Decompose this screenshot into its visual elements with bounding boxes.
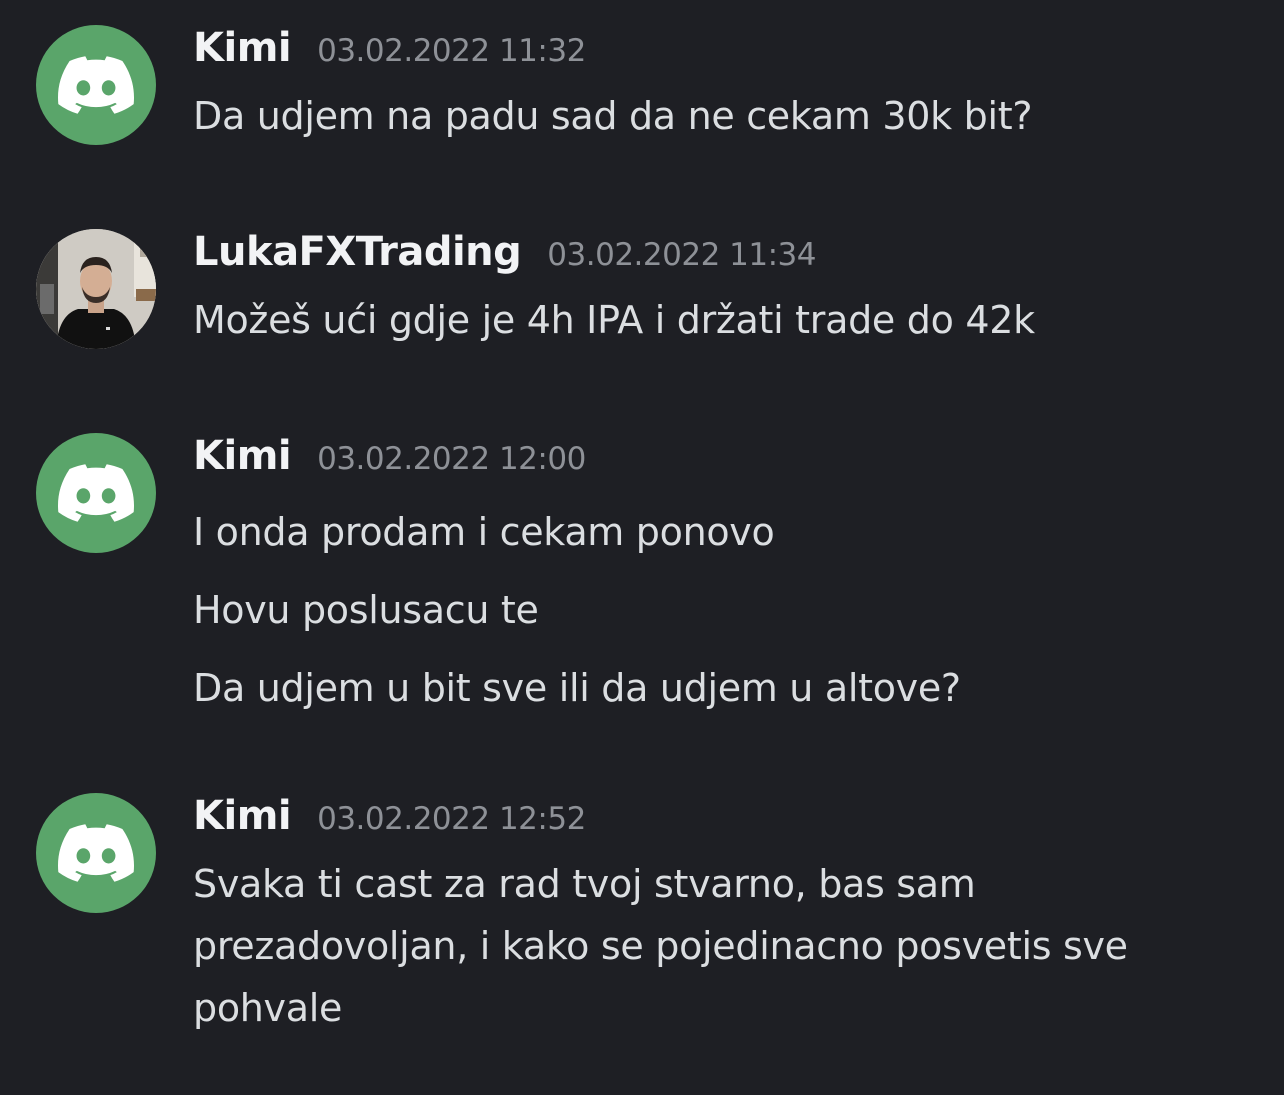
discord-avatar-icon[interactable]	[36, 433, 156, 553]
message-text: Hovu poslusacu te	[193, 588, 539, 632]
discord-avatar-icon[interactable]	[36, 793, 156, 913]
message-header: Kimi 03.02.2022 12:52	[193, 793, 1244, 853]
message-body: Kimi 03.02.2022 11:32 Da udjem na padu s…	[193, 25, 1244, 147]
discord-avatar-icon[interactable]	[36, 25, 156, 145]
message-body: Kimi 03.02.2022 12:52 Svaka ti cast za r…	[193, 793, 1244, 1039]
message-header: LukaFXTrading 03.02.2022 11:34	[193, 229, 1244, 289]
message-timestamp: 03.02.2022 11:34	[547, 237, 816, 273]
message-text: I onda prodam i cekam ponovo	[193, 510, 775, 554]
user-photo-avatar-icon[interactable]	[36, 229, 156, 349]
author-name[interactable]: Kimi	[193, 25, 292, 71]
author-name[interactable]: Kimi	[193, 433, 292, 479]
message-timestamp: 03.02.2022 11:32	[317, 33, 586, 69]
message-timestamp: 03.02.2022 12:00	[317, 441, 586, 477]
message-text: Da udjem na padu sad da ne cekam 30k bit…	[193, 94, 1033, 138]
message-text: Svaka ti cast za rad tvoj stvarno, bas s…	[193, 862, 1128, 1030]
message-body: Kimi 03.02.2022 12:00 I onda prodam i ce…	[193, 433, 1244, 727]
message-text: Da udjem u bit sve ili da udjem u altove…	[193, 666, 961, 710]
message-text: Možeš ući gdje je 4h IPA i držati trade …	[193, 298, 1035, 342]
message-header: Kimi 03.02.2022 12:00	[193, 433, 1244, 493]
message-body: LukaFXTrading 03.02.2022 11:34 Možeš ući…	[193, 229, 1244, 351]
message-header: Kimi 03.02.2022 11:32	[193, 25, 1244, 85]
message-timestamp: 03.02.2022 12:52	[317, 801, 586, 837]
author-name[interactable]: Kimi	[193, 793, 292, 839]
author-name[interactable]: LukaFXTrading	[193, 229, 522, 275]
